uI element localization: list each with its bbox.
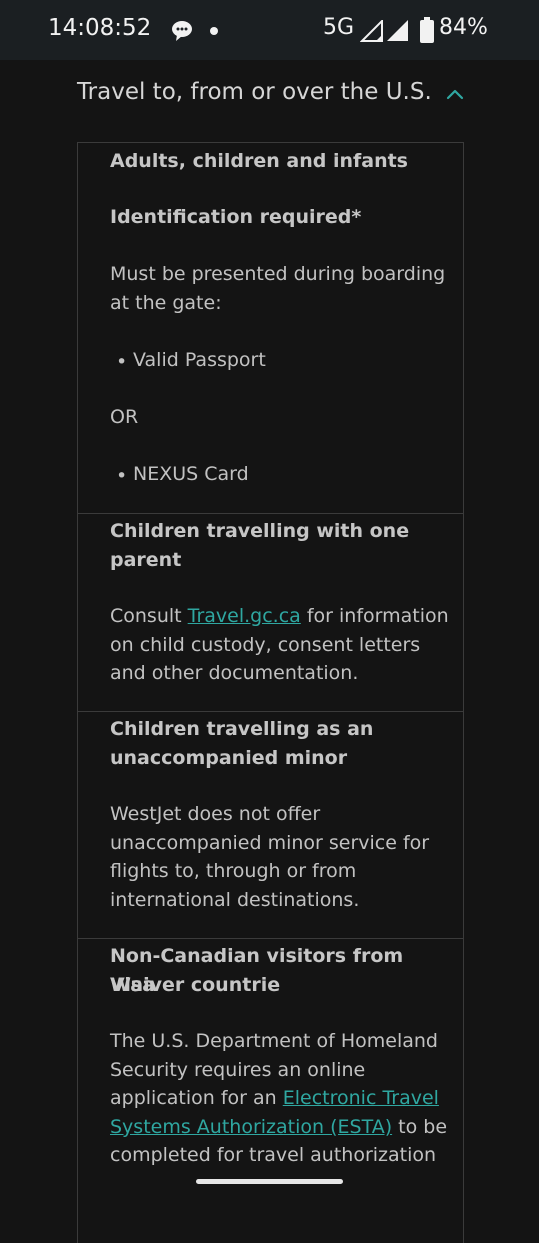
- row-text: flights to, through or from: [110, 860, 357, 882]
- row-text: application for an Electronic Travel: [110, 1084, 450, 1113]
- chat-bubble-icon: [170, 20, 194, 46]
- chevron-up-icon[interactable]: [445, 86, 465, 105]
- row-heading: Children travelling as an: [110, 718, 374, 740]
- table-row: Non-Canadian visitors from Visa Waiver c…: [78, 938, 463, 1238]
- row-text: Systems Authorization (ESTA) to be: [110, 1113, 450, 1142]
- list-item: NEXUS Card: [133, 463, 249, 485]
- row-text: completed for travel authorization: [110, 1144, 437, 1166]
- row-text-span: to be: [392, 1116, 448, 1138]
- page-content: Travel to, from or over the U.S. Adults,…: [0, 60, 539, 1243]
- signal-icon: [359, 18, 412, 46]
- battery-percent: 84%: [439, 15, 488, 40]
- row-text: unaccompanied minor service for: [110, 832, 430, 854]
- notification-dot-icon: [210, 27, 218, 35]
- row-text-span: application for an: [110, 1087, 283, 1109]
- requirements-table: Adults, children and infants Identificat…: [77, 142, 464, 1243]
- row-text: at the gate:: [110, 292, 222, 314]
- row-heading: unaccompanied minor: [110, 747, 348, 769]
- esta-link[interactable]: Electronic Travel: [283, 1087, 439, 1109]
- gesture-nav-handle[interactable]: [196, 1179, 343, 1184]
- travel-gc-link[interactable]: Travel.gc.ca: [188, 605, 301, 627]
- row-text: on child custody, consent letters: [110, 634, 421, 656]
- table-row: Adults, children and infants Identificat…: [78, 143, 463, 514]
- row-text: international destinations.: [110, 889, 360, 911]
- bullet-icon: •: [116, 465, 128, 487]
- row-heading: Adults, children and infants: [110, 150, 408, 172]
- section-header-travel-us[interactable]: Travel to, from or over the U.S.: [77, 76, 467, 116]
- row-heading: Waiver countrie: [110, 974, 281, 996]
- bullet-icon: •: [116, 351, 128, 373]
- row-text: Security requires an online: [110, 1059, 366, 1081]
- row-text-span: Consult: [110, 605, 188, 627]
- esta-link[interactable]: Systems Authorization (ESTA): [110, 1116, 392, 1138]
- row-text: OR: [110, 406, 139, 428]
- table-row: Children travelling as an unaccompanied …: [78, 711, 463, 939]
- network-type: 5G: [323, 15, 355, 40]
- row-heading: parent: [110, 549, 182, 571]
- row-text: and other documentation.: [110, 662, 359, 684]
- row-text: WestJet does not offer: [110, 803, 321, 825]
- battery-icon: [420, 17, 434, 47]
- status-time: 14:08:52: [48, 15, 152, 41]
- row-text: Consult Travel.gc.ca for information: [110, 602, 450, 631]
- row-text-span: for information: [300, 605, 449, 627]
- table-row: Children travelling with one parent Cons…: [78, 513, 463, 712]
- row-text: Must be presented during boarding: [110, 263, 446, 285]
- list-item: Valid Passport: [133, 349, 266, 371]
- status-bar: 14:08:52 5G 84%: [0, 0, 539, 60]
- row-heading: Children travelling with one: [110, 520, 410, 542]
- row-subheading: Identification required*: [110, 206, 362, 228]
- row-text: The U.S. Department of Homeland: [110, 1030, 438, 1052]
- section-title: Travel to, from or over the U.S.: [77, 79, 432, 105]
